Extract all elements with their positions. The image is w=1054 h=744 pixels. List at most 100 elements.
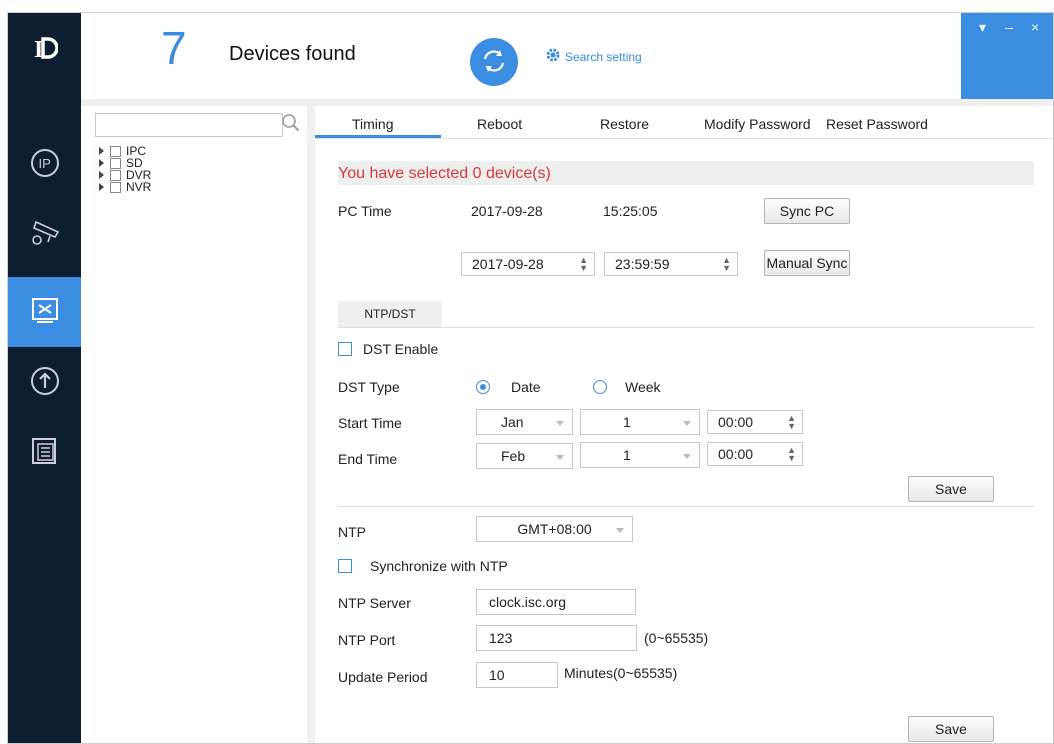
expand-icon[interactable] (99, 159, 104, 167)
start-month-value: Jan (501, 414, 524, 430)
chevron-down-icon (683, 454, 691, 459)
manual-time-stepper[interactable]: 23:59:59 ▲ ▼ (604, 252, 738, 276)
dst-type-date-label: Date (511, 379, 541, 395)
update-period-value: 10 (489, 667, 505, 683)
end-month-value: Feb (501, 448, 526, 464)
update-period-input[interactable]: 10 (476, 662, 558, 688)
tab-timing[interactable]: Timing (352, 116, 394, 132)
app-window: I IP 7 Devices found Search setting ▾ – … (7, 12, 1054, 744)
sidebar-item-tools[interactable] (8, 277, 81, 347)
document-icon (31, 436, 59, 469)
device-count: 7 (161, 22, 187, 74)
save-ntp-button[interactable]: Save (908, 716, 994, 742)
sync-pc-button[interactable]: Sync PC (764, 198, 850, 224)
manual-sync-button[interactable]: Manual Sync (764, 250, 850, 276)
svg-text:IP: IP (38, 156, 50, 171)
tab-modify-password[interactable]: Modify Password (704, 116, 811, 132)
tab-restore[interactable]: Restore (600, 116, 649, 132)
sync-ntp-checkbox[interactable] (338, 559, 352, 573)
tree-checkbox[interactable] (110, 181, 121, 193)
sidebar: I IP (8, 13, 81, 743)
menu-dropdown-icon[interactable]: ▾ (979, 19, 986, 36)
pc-date-value: 2017-09-28 (471, 203, 543, 219)
stepper-arrows-icon[interactable]: ▲ ▼ (722, 256, 731, 273)
update-period-label: Update Period (338, 669, 428, 685)
sync-ntp-label: Synchronize with NTP (370, 558, 508, 574)
stepper-arrows-icon[interactable]: ▲ ▼ (787, 414, 796, 431)
sidebar-item-document[interactable] (8, 417, 81, 487)
tree-item-label: NVR (126, 180, 152, 194)
end-day-select[interactable]: 1 (580, 442, 700, 468)
dst-enable-checkbox[interactable] (338, 342, 352, 356)
ntp-port-value: 123 (489, 630, 513, 646)
save-dst-button[interactable]: Save (908, 476, 994, 502)
minimize-icon[interactable]: – (1005, 19, 1013, 35)
start-month-select[interactable]: Jan (476, 409, 573, 435)
tools-icon (30, 296, 60, 329)
start-day-select[interactable]: 1 (580, 409, 700, 435)
header: 7 Devices found Search setting ▾ – × (81, 13, 1053, 100)
chevron-down-icon (556, 421, 564, 426)
chevron-down-icon (616, 528, 624, 533)
close-icon[interactable]: × (1031, 19, 1039, 35)
pc-time-label: PC Time (338, 203, 392, 219)
selection-message: You have selected 0 device(s) (338, 165, 551, 182)
expand-icon[interactable] (99, 183, 104, 191)
ntp-timezone-select[interactable]: GMT+08:00 (476, 516, 633, 542)
search-setting-label: Search setting (565, 49, 642, 64)
tree-checkbox[interactable] (110, 169, 121, 181)
start-time-stepper[interactable]: 00:00 ▲ ▼ (707, 410, 803, 434)
ntp-port-input[interactable]: 123 (476, 625, 637, 651)
main-panel: Timing Reboot Restore Modify Password Re… (315, 106, 1053, 743)
end-time-label: End Time (338, 451, 398, 467)
subtab-divider (338, 327, 1034, 328)
section-divider (338, 506, 1034, 507)
search-setting-link[interactable]: Search setting (545, 47, 642, 66)
tab-reboot[interactable]: Reboot (477, 116, 522, 132)
camera-settings-icon (28, 218, 62, 251)
dst-type-label: DST Type (338, 379, 400, 395)
stepper-arrows-icon[interactable]: ▲ ▼ (579, 256, 588, 273)
subtab-ntp-dst[interactable]: NTP/DST (338, 301, 442, 327)
end-time-stepper[interactable]: 00:00 ▲ ▼ (707, 442, 803, 466)
tree-item-nvr[interactable]: NVR (99, 181, 151, 193)
gear-icon (545, 47, 561, 66)
tree-checkbox[interactable] (110, 145, 121, 157)
start-time-label: Start Time (338, 415, 402, 431)
ntp-port-label: NTP Port (338, 632, 396, 648)
refresh-button[interactable] (470, 38, 518, 86)
chevron-down-icon (556, 455, 564, 460)
sidebar-item-upgrade[interactable] (8, 347, 81, 417)
end-time-value: 00:00 (718, 446, 754, 462)
manual-date-value: 2017-09-28 (472, 256, 544, 272)
sidebar-item-camera[interactable] (8, 199, 81, 269)
stepper-arrows-icon[interactable]: ▲ ▼ (787, 446, 796, 463)
tab-reset-password[interactable]: Reset Password (826, 116, 928, 132)
active-tab-indicator (315, 135, 441, 138)
ntp-label: NTP (338, 524, 366, 540)
device-tree: IPC SD DVR NVR (99, 145, 151, 193)
dst-type-week-radio[interactable] (593, 380, 607, 394)
chevron-down-icon (683, 421, 691, 426)
end-month-select[interactable]: Feb (476, 443, 573, 469)
end-day-value: 1 (623, 447, 631, 463)
search-icon[interactable] (281, 113, 301, 136)
ip-icon: IP (30, 148, 60, 181)
sidebar-item-ip[interactable]: IP (8, 129, 81, 199)
device-search-input[interactable] (95, 113, 283, 137)
device-count-label: Devices found (229, 43, 356, 65)
app-logo: I (8, 13, 81, 83)
start-day-value: 1 (623, 414, 631, 430)
window-controls: ▾ – × (961, 13, 1053, 100)
dst-type-week-label: Week (625, 379, 661, 395)
refresh-icon (479, 46, 509, 79)
dst-enable-label: DST Enable (363, 341, 439, 357)
tree-checkbox[interactable] (110, 157, 121, 169)
ntp-server-input[interactable]: clock.isc.org (476, 589, 636, 615)
expand-icon[interactable] (99, 171, 104, 179)
expand-icon[interactable] (99, 147, 104, 155)
manual-date-stepper[interactable]: 2017-09-28 ▲ ▼ (461, 252, 595, 276)
header-separator (81, 99, 1053, 106)
ntp-server-label: NTP Server (338, 595, 411, 611)
dst-type-date-radio[interactable] (476, 380, 490, 394)
